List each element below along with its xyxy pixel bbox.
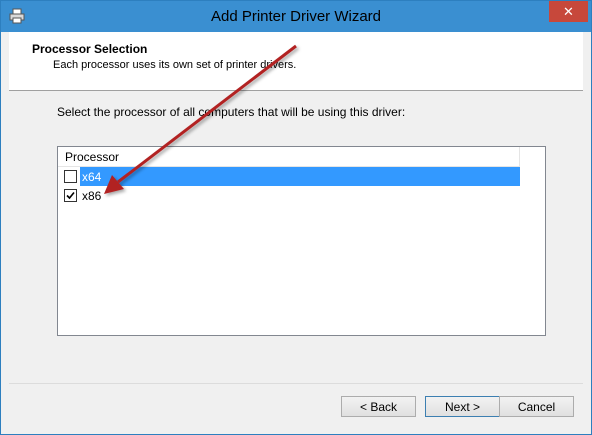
cancel-button[interactable]: Cancel xyxy=(499,396,574,417)
page-title: Processor Selection xyxy=(32,42,148,56)
page-subtitle: Each processor uses its own set of print… xyxy=(53,59,297,71)
instruction-text: Select the processor of all computers th… xyxy=(57,105,406,119)
checkbox-x64[interactable] xyxy=(64,170,77,183)
processor-list[interactable]: Processor x64 x86 xyxy=(57,146,546,336)
list-item-label: x86 xyxy=(82,189,102,203)
title-bar[interactable]: Add Printer Driver Wizard ✕ xyxy=(1,1,591,32)
close-button[interactable]: ✕ xyxy=(549,1,588,22)
wizard-content: Select the processor of all computers th… xyxy=(9,91,583,428)
column-header-processor[interactable]: Processor xyxy=(58,147,520,167)
button-divider xyxy=(9,383,583,384)
back-button[interactable]: < Back xyxy=(341,396,416,417)
wizard-header: Processor Selection Each processor uses … xyxy=(9,32,583,91)
checkbox-x86[interactable] xyxy=(64,189,77,202)
list-item-x86[interactable]: x86 xyxy=(58,186,520,205)
wizard-window: Add Printer Driver Wizard ✕ Processor Se… xyxy=(0,0,592,435)
selection-highlight xyxy=(80,167,520,186)
column-divider[interactable] xyxy=(519,147,520,166)
list-item-label: x64 xyxy=(82,170,102,184)
next-button[interactable]: Next > xyxy=(425,396,500,417)
list-item-x64[interactable]: x64 xyxy=(58,167,520,186)
column-header-label: Processor xyxy=(65,150,120,164)
window-title: Add Printer Driver Wizard xyxy=(210,8,382,25)
checkmark-icon xyxy=(66,191,75,200)
